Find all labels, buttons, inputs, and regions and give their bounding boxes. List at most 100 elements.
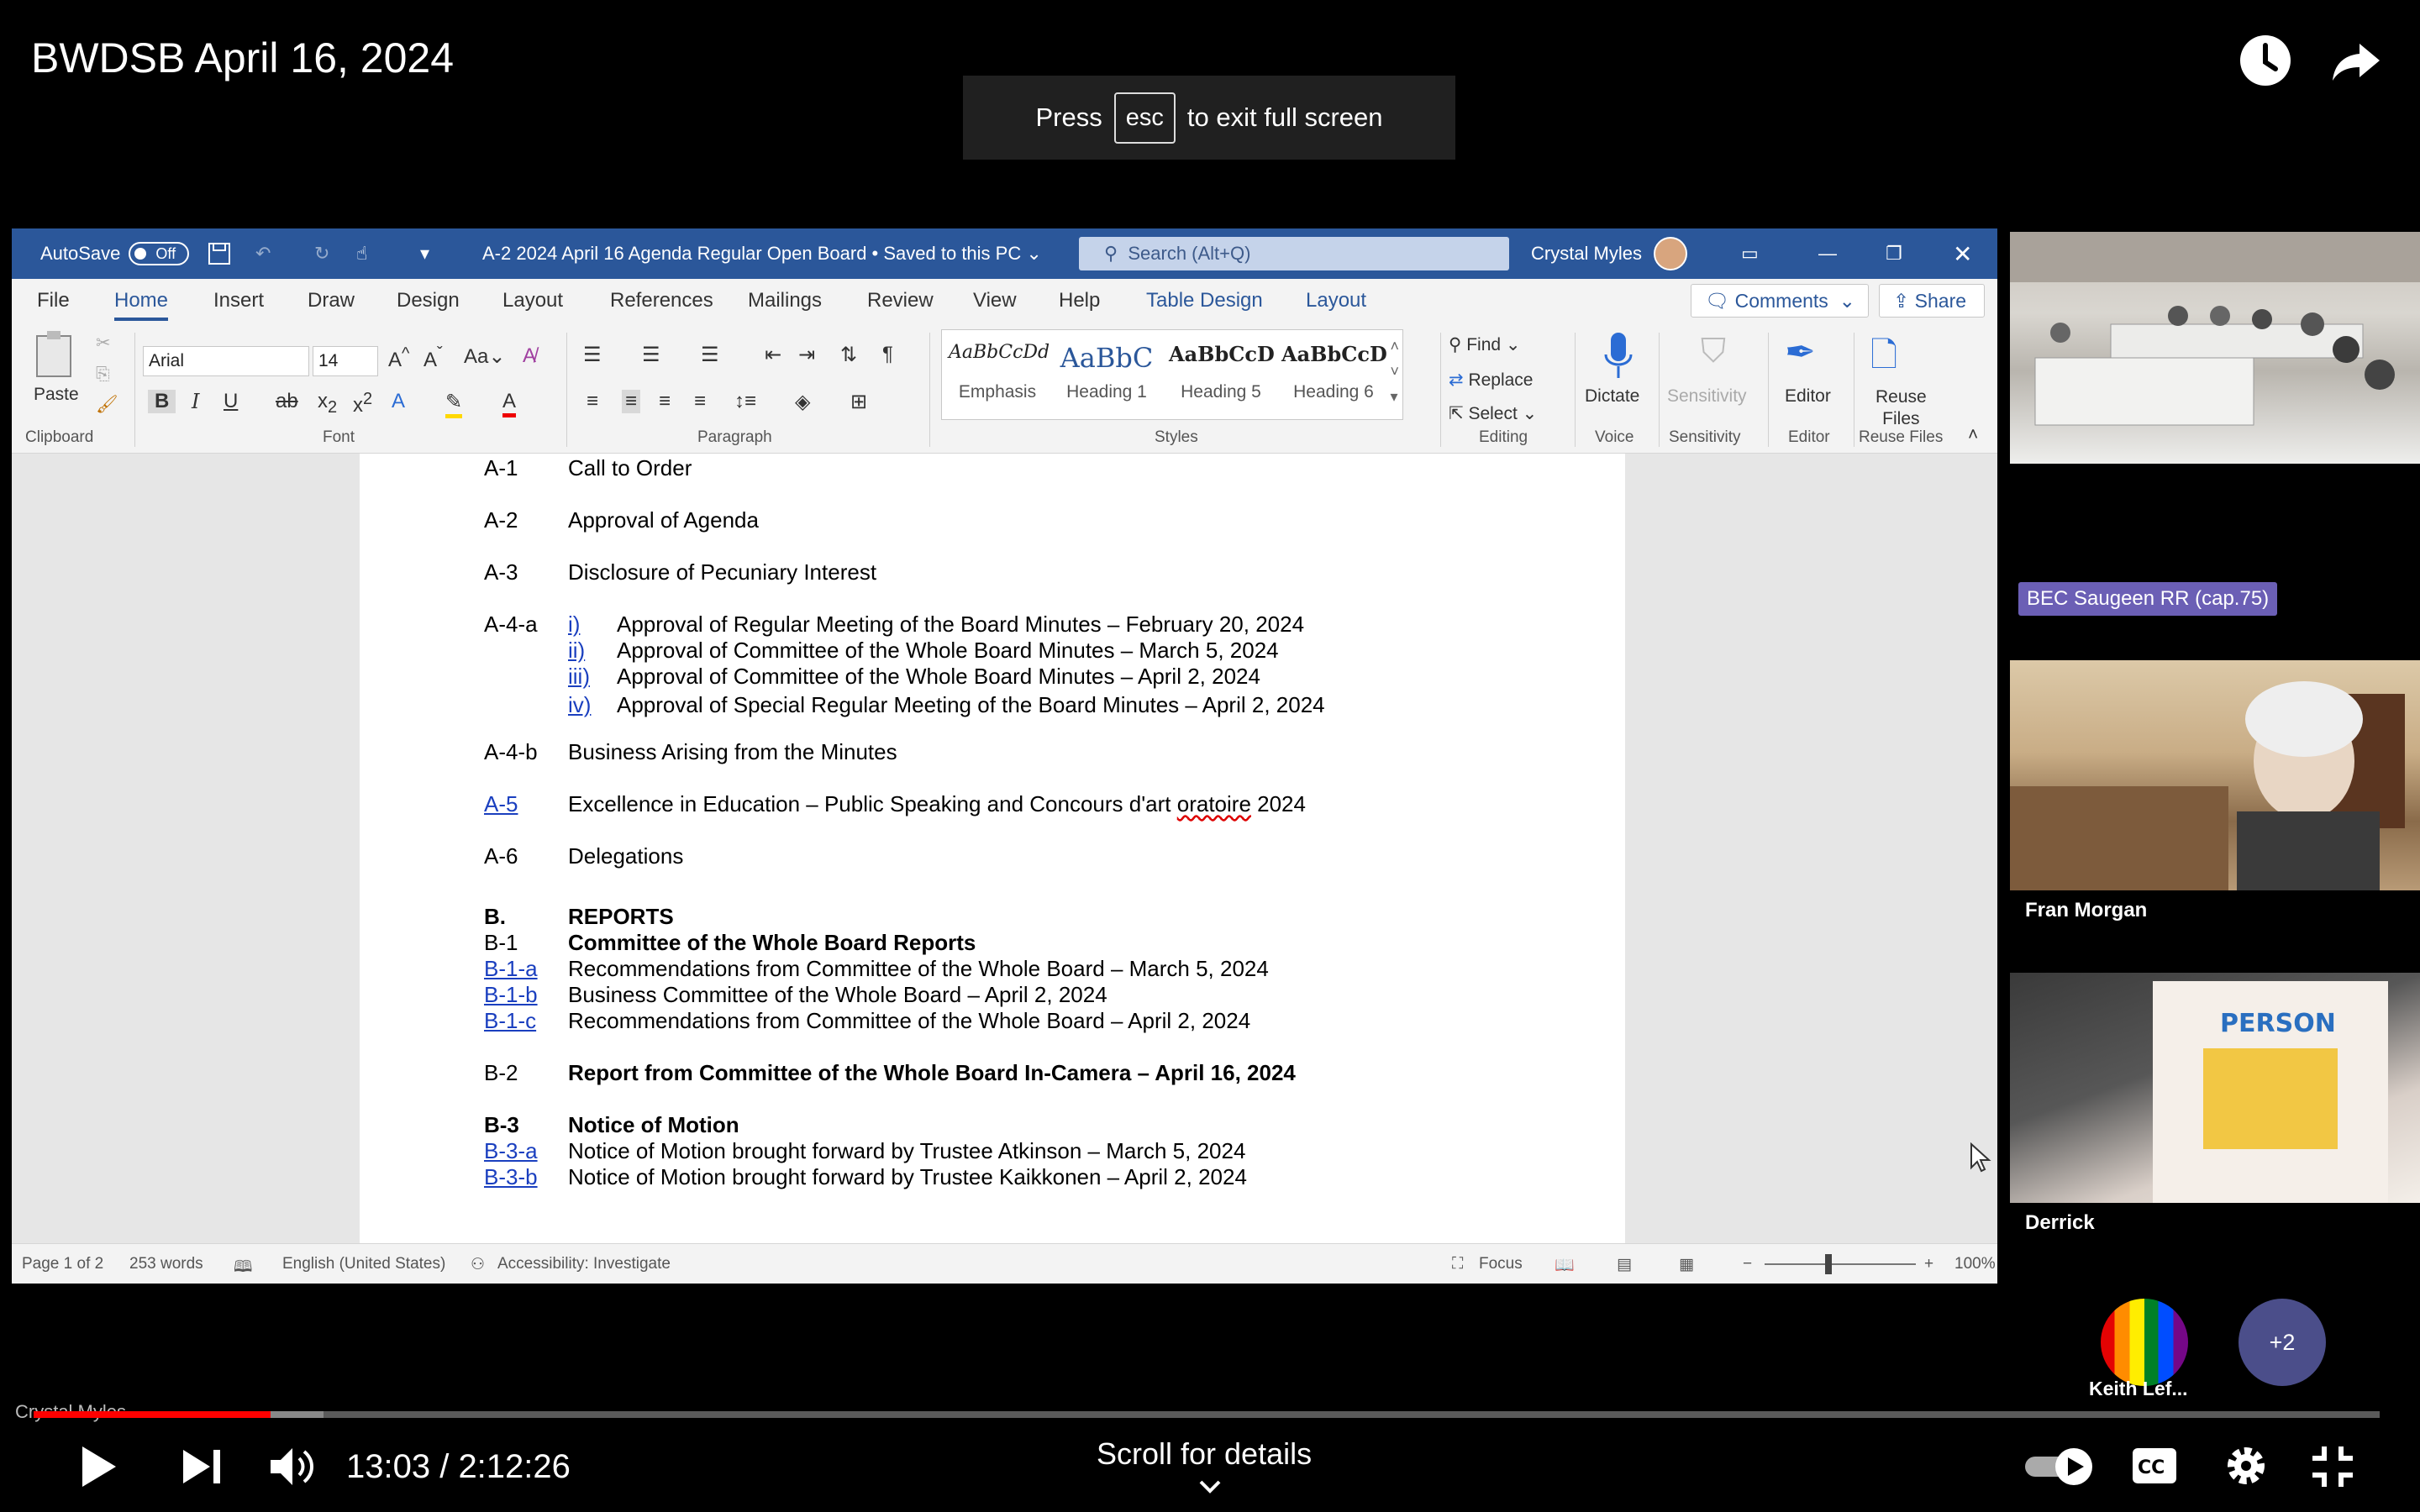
clear-formatting-icon[interactable]: A̸: [523, 344, 536, 368]
zoom-in-icon[interactable]: +: [1924, 1255, 1933, 1273]
scroll-for-details[interactable]: Scroll for details: [1097, 1436, 1312, 1472]
user-avatar[interactable]: [1654, 228, 1687, 279]
progress-bar[interactable]: [34, 1411, 2380, 1418]
minutes-link[interactable]: ii): [568, 638, 585, 664]
redo-icon[interactable]: ↻: [314, 228, 329, 279]
superscript-button[interactable]: x2: [353, 390, 372, 417]
tab-help[interactable]: Help: [1059, 289, 1100, 312]
borders-icon[interactable]: ⊞: [850, 390, 867, 414]
volume-icon[interactable]: [267, 1445, 318, 1488]
tab-insert[interactable]: Insert: [213, 289, 264, 312]
search-input[interactable]: ⚲ Search (Alt+Q): [1079, 237, 1509, 270]
focus-mode[interactable]: Focus: [1479, 1255, 1523, 1273]
word-count[interactable]: 253 words: [129, 1255, 203, 1273]
touch-mode-icon[interactable]: ☝: [356, 228, 367, 279]
customize-toolbar-icon[interactable]: ▾: [420, 228, 429, 279]
report-link[interactable]: B-1-b: [484, 982, 538, 1008]
next-icon[interactable]: [180, 1446, 225, 1487]
sensitivity-button[interactable]: Sensitivity: [1667, 386, 1747, 407]
strikethrough-button[interactable]: ab: [276, 390, 298, 413]
report-link[interactable]: B-1-c: [484, 1008, 536, 1034]
video-tile-derrick[interactable]: PERSON: [2010, 973, 2420, 1203]
autoplay-toggle-icon[interactable]: [2022, 1446, 2099, 1487]
video-tile-meeting-room[interactable]: [2010, 232, 2420, 464]
autosave[interactable]: AutoSave Off: [40, 228, 190, 279]
report-link[interactable]: B-1-a: [484, 956, 538, 982]
tab-review[interactable]: Review: [867, 289, 934, 312]
shading-icon[interactable]: ◈: [795, 390, 810, 414]
find-button[interactable]: ⚲ Find ⌄: [1449, 334, 1521, 355]
editor-icon[interactable]: ✒: [1785, 331, 1816, 374]
style-heading-5[interactable]: AaBbCcD Heading 5: [1169, 342, 1275, 402]
tab-file[interactable]: File: [37, 289, 70, 312]
video-tile-fran-morgan[interactable]: [2010, 660, 2420, 890]
zoom-out-icon[interactable]: −: [1743, 1255, 1752, 1273]
reuse-files-icon[interactable]: 🗋: [1870, 331, 1897, 388]
misspelled-word[interactable]: oratoire: [1177, 791, 1251, 816]
avatar[interactable]: [2101, 1299, 2188, 1386]
close-icon[interactable]: ✕: [1953, 228, 1972, 279]
justify-icon[interactable]: ≡: [694, 390, 706, 413]
font-name-select[interactable]: Arial: [143, 346, 309, 376]
save-icon[interactable]: [207, 228, 232, 279]
tab-mailings[interactable]: Mailings: [748, 289, 822, 312]
page-count[interactable]: Page 1 of 2: [22, 1255, 103, 1273]
web-layout-icon[interactable]: ▦: [1679, 1255, 1694, 1274]
ribbon-display-icon[interactable]: ▭: [1741, 228, 1759, 279]
show-formatting-icon[interactable]: ¶: [882, 343, 893, 366]
multilevel-list-icon[interactable]: ☰: [701, 343, 719, 367]
share-icon[interactable]: [2328, 32, 2385, 89]
shrink-font-icon[interactable]: Aˇ: [424, 344, 443, 372]
styles-scroll-icon[interactable]: ˄ ˅ ▾: [1390, 333, 1399, 409]
settings-gear-icon[interactable]: [2223, 1443, 2269, 1488]
language-status[interactable]: English (United States): [282, 1255, 445, 1273]
exit-fullscreen-icon[interactable]: [2311, 1445, 2354, 1488]
decrease-indent-icon[interactable]: ⇤: [765, 343, 781, 367]
accessibility-status[interactable]: Accessibility: Investigate: [497, 1255, 671, 1273]
format-painter-icon[interactable]: 🖌: [96, 395, 118, 415]
reuse-files-button[interactable]: Reuse Files: [1876, 386, 1927, 430]
tab-table-layout[interactable]: Layout: [1306, 289, 1366, 312]
line-spacing-icon[interactable]: ↕≡: [734, 390, 756, 413]
tab-design[interactable]: Design: [397, 289, 460, 312]
zoom-slider-thumb[interactable]: [1825, 1254, 1832, 1274]
style-emphasis[interactable]: AaBbCcDd Emphasis: [949, 342, 1050, 402]
read-mode-icon[interactable]: 📖: [1555, 1255, 1575, 1275]
zoom-slider[interactable]: [1765, 1263, 1916, 1265]
tab-view[interactable]: View: [973, 289, 1017, 312]
change-case-icon[interactable]: Aa⌄: [464, 344, 505, 369]
style-heading-6[interactable]: AaBbCcD Heading 6: [1281, 342, 1387, 402]
paste-icon[interactable]: [34, 329, 76, 380]
minutes-link[interactable]: iii): [568, 664, 590, 690]
replace-button[interactable]: ⇄ Replace: [1449, 370, 1534, 391]
tab-references[interactable]: References: [610, 289, 713, 312]
cut-icon[interactable]: ✂: [96, 333, 111, 354]
tab-table-design[interactable]: Table Design: [1146, 289, 1263, 312]
grow-font-icon[interactable]: A^: [388, 344, 409, 372]
sort-icon[interactable]: ⇅: [840, 343, 857, 367]
proofing-icon[interactable]: 🕮: [234, 1255, 252, 1282]
editor-button[interactable]: Editor: [1785, 386, 1831, 407]
zoom-level[interactable]: 100%: [1954, 1255, 1996, 1273]
undo-icon[interactable]: ↶: [255, 228, 271, 279]
chevron-down-icon[interactable]: [1198, 1478, 1222, 1495]
collapse-ribbon-icon[interactable]: ˄: [1968, 425, 1978, 445]
numbering-icon[interactable]: ☰: [642, 343, 660, 367]
more-participants-button[interactable]: +2: [2238, 1299, 2326, 1386]
align-center-icon[interactable]: ≡: [622, 390, 641, 413]
captions-icon[interactable]: CC: [2131, 1446, 2178, 1485]
agenda-code-link[interactable]: A-5: [484, 791, 518, 817]
align-left-icon[interactable]: ≡: [587, 390, 598, 413]
italic-button[interactable]: I: [192, 390, 199, 413]
style-heading-1[interactable]: AaBbC Heading 1: [1055, 342, 1159, 402]
minutes-link[interactable]: i): [568, 612, 580, 638]
motion-link[interactable]: B-3-b: [484, 1164, 538, 1190]
document-title[interactable]: A-2 2024 April 16 Agenda Regular Open Bo…: [482, 228, 1042, 279]
tab-layout[interactable]: Layout: [502, 289, 563, 312]
print-layout-icon[interactable]: ▤: [1617, 1255, 1632, 1274]
text-effects-icon[interactable]: A: [392, 390, 405, 413]
play-icon[interactable]: [77, 1443, 119, 1490]
bold-button[interactable]: B: [148, 390, 176, 413]
restore-icon[interactable]: ❐: [1886, 228, 1902, 279]
increase-indent-icon[interactable]: ⇥: [798, 343, 815, 367]
